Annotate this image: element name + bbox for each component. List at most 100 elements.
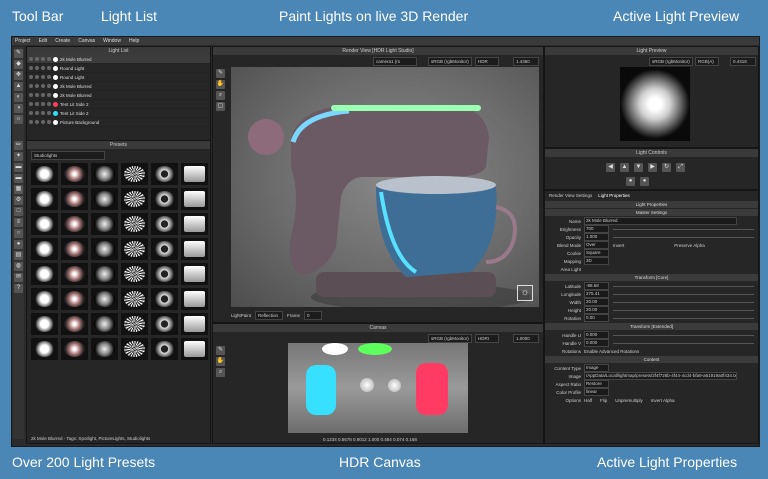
light-row-toggles[interactable] xyxy=(29,120,51,124)
menu-canvas[interactable]: Canvas xyxy=(78,38,95,44)
light-row-toggles[interactable] xyxy=(29,84,51,88)
invert-alpha-checkbox[interactable]: Invert Alpha xyxy=(651,398,675,403)
rotation-slider[interactable] xyxy=(613,317,754,319)
preset-thumbnail[interactable] xyxy=(151,338,178,360)
height-slider[interactable] xyxy=(613,309,754,311)
preset-thumbnail[interactable] xyxy=(61,163,88,185)
preset-thumbnail[interactable] xyxy=(151,188,178,210)
latitude-field[interactable]: -88.68 xyxy=(584,282,609,290)
menu-window[interactable]: Window xyxy=(103,38,121,44)
gear-icon[interactable]: ⚙ xyxy=(14,196,23,205)
preset-thumbnail[interactable] xyxy=(121,288,148,310)
light-list-row[interactable]: 2k Mole Blurred xyxy=(27,55,210,64)
flip-checkbox[interactable]: Flip xyxy=(600,398,607,403)
preset-thumbnail[interactable] xyxy=(91,313,118,335)
render-mode-select[interactable]: HDR xyxy=(475,57,499,66)
light-row-toggles[interactable] xyxy=(29,102,51,106)
blend-select[interactable]: Over xyxy=(584,241,609,249)
select-icon[interactable]: ▲ xyxy=(14,82,23,91)
preset-thumbnail[interactable] xyxy=(91,188,118,210)
film-icon[interactable]: ▤ xyxy=(14,251,23,260)
preset-thumbnail[interactable] xyxy=(121,213,148,235)
ctrl-scale-icon[interactable]: ⤢ xyxy=(676,163,685,172)
canvas-light-white-top[interactable] xyxy=(322,343,348,355)
canvas-mode-select[interactable]: HDRI xyxy=(475,334,499,343)
paint-mode-select[interactable]: Reflection xyxy=(255,311,284,320)
transform-core-header[interactable]: Transform [Core] xyxy=(545,274,758,281)
pick-icon[interactable]: ◆ xyxy=(14,60,23,69)
preset-thumbnail[interactable] xyxy=(31,163,58,185)
tab-light-properties[interactable]: Light Properties xyxy=(598,193,630,198)
light-row-toggles[interactable] xyxy=(29,57,51,61)
preset-thumbnail[interactable] xyxy=(91,288,118,310)
ctrl-down-icon[interactable]: ▼ xyxy=(634,163,643,172)
grid-icon[interactable]: ▦ xyxy=(14,185,23,194)
preset-thumbnail[interactable] xyxy=(61,188,88,210)
render-zoom-field[interactable]: 1.4360 xyxy=(513,57,539,66)
mapping-select[interactable]: 3D xyxy=(584,257,609,265)
preset-thumbnail[interactable] xyxy=(181,338,208,360)
preset-thumbnail[interactable] xyxy=(181,238,208,260)
paint-brush-icon[interactable]: ✎ xyxy=(14,49,23,58)
half-checkbox[interactable]: Half xyxy=(584,398,592,403)
render-colorspace-select[interactable]: sRGB (rgbMonitor) xyxy=(428,57,472,66)
mail-icon[interactable]: ✉ xyxy=(14,273,23,282)
brightness-slider[interactable] xyxy=(613,228,754,230)
layers-icon[interactable]: ≡ xyxy=(14,218,23,227)
presets-category-select[interactable]: Studiolights xyxy=(31,151,105,160)
longitude-slider[interactable] xyxy=(613,293,754,295)
canvas-zoom-icon[interactable]: ⌕ xyxy=(216,368,225,377)
handleu-field[interactable]: 0.000 xyxy=(584,331,609,339)
preset-thumbnail[interactable] xyxy=(31,313,58,335)
zoom-icon[interactable]: ⌕ xyxy=(216,91,225,100)
preview-colorspace-select[interactable]: sRGB (rgbMonitor) xyxy=(649,57,693,66)
ctrl-move-right-icon[interactable]: ▶ xyxy=(648,163,657,172)
preset-thumbnail[interactable] xyxy=(31,263,58,285)
canvas-light-round-1[interactable] xyxy=(360,378,374,392)
help-icon[interactable]: ? xyxy=(14,284,23,293)
frame-field[interactable]: 0 xyxy=(304,311,323,320)
preset-thumbnail[interactable] xyxy=(61,238,88,260)
move-icon[interactable]: ✥ xyxy=(14,71,23,80)
content-header[interactable]: Content xyxy=(545,356,758,363)
preset-thumbnail[interactable] xyxy=(181,288,208,310)
canvas-light-pink[interactable] xyxy=(416,363,448,415)
preset-thumbnail[interactable] xyxy=(181,163,208,185)
image-path-field[interactable]: /AppData/Local/lightmap/presets/2f4f726b… xyxy=(584,372,737,380)
light-list-row[interactable]: Tent Lit Side 2 xyxy=(27,100,210,109)
longitude-field[interactable]: 275.41 xyxy=(584,290,609,298)
preset-thumbnail[interactable] xyxy=(91,163,118,185)
preset-thumbnail[interactable] xyxy=(61,263,88,285)
pencil-icon[interactable]: ✏ xyxy=(14,141,23,150)
menu-help[interactable]: Help xyxy=(129,38,139,44)
light-list-row[interactable]: 2k Mole Blurred xyxy=(27,82,210,91)
disc-icon[interactable]: ● xyxy=(14,240,23,249)
handlev-slider[interactable] xyxy=(613,342,754,344)
light-row-toggles[interactable] xyxy=(29,66,51,70)
circle-icon[interactable]: ○ xyxy=(14,229,23,238)
light-list-row[interactable]: Tent Lit Side 2 xyxy=(27,109,210,118)
canvas-zoom-field[interactable]: 1.0000 xyxy=(513,334,539,343)
preset-thumbnail[interactable] xyxy=(91,213,118,235)
hdr-canvas[interactable] xyxy=(288,343,468,433)
preset-thumbnail[interactable] xyxy=(151,288,178,310)
height-field[interactable]: 20.00 xyxy=(584,306,609,314)
canvas-paint-icon[interactable]: ✎ xyxy=(216,346,225,355)
preset-thumbnail[interactable] xyxy=(31,238,58,260)
cookie-select[interactable]: Square xyxy=(584,249,609,257)
preset-thumbnail[interactable] xyxy=(181,213,208,235)
restore-button[interactable]: Restore xyxy=(584,380,609,388)
canvas-pan-icon[interactable]: ✋ xyxy=(216,357,225,366)
handleu-slider[interactable] xyxy=(613,334,754,336)
brightness-field[interactable]: 700 xyxy=(584,225,609,233)
preset-thumbnail[interactable] xyxy=(121,338,148,360)
unpremultiply-checkbox[interactable]: Unpremultiply xyxy=(615,398,643,403)
opacity-field[interactable]: 1.000 xyxy=(584,233,609,241)
rim-icon[interactable]: ◑ xyxy=(14,104,23,113)
tab-render-view-settings[interactable]: Render View Settings xyxy=(549,193,592,198)
light-row-toggles[interactable] xyxy=(29,111,51,115)
preset-thumbnail[interactable] xyxy=(151,238,178,260)
preset-thumbnail[interactable] xyxy=(91,238,118,260)
preset-thumbnail[interactable] xyxy=(61,338,88,360)
preset-thumbnail[interactable] xyxy=(31,338,58,360)
